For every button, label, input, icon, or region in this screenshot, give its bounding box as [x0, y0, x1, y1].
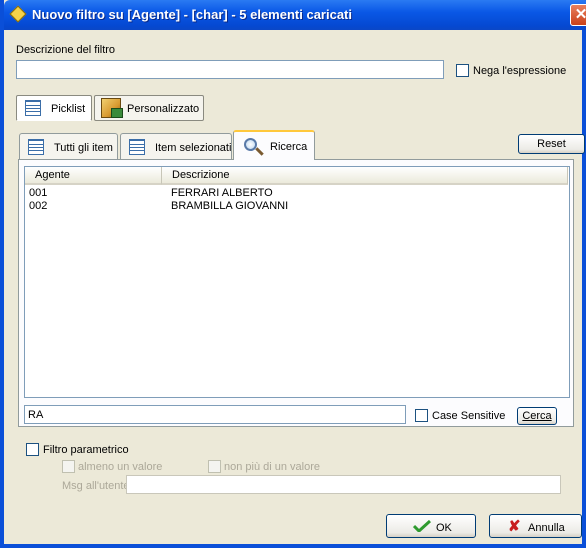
- table-row[interactable]: 001 FERRARI ALBERTO: [25, 187, 569, 200]
- user-message-input[interactable]: [126, 475, 561, 494]
- row-description: BRAMBILLA GIOVANNI: [171, 200, 289, 212]
- filter-description-input[interactable]: [16, 60, 444, 79]
- close-button[interactable]: ✕: [570, 4, 586, 26]
- reset-button[interactable]: Reset: [518, 134, 585, 154]
- search-input[interactable]: [24, 405, 406, 424]
- row-agent-code: 002: [29, 200, 48, 212]
- list-icon: [129, 139, 145, 155]
- ok-button[interactable]: OK: [386, 514, 476, 538]
- filter-dialog: Nuovo filtro su [Agente] - [char] - 5 el…: [0, 0, 586, 548]
- column-header-agente[interactable]: Agente: [25, 167, 162, 185]
- mode-tab-label: Personalizzato: [127, 103, 200, 115]
- window-title: Nuovo filtro su [Agente] - [char] - 5 el…: [32, 7, 352, 22]
- cancel-label: Annulla: [528, 522, 565, 534]
- diamond-icon: [9, 5, 27, 23]
- parametric-filter-label: Filtro parametrico: [43, 444, 129, 456]
- mode-tab-label: Picklist: [51, 103, 86, 115]
- check-icon: [413, 520, 431, 532]
- custom-filter-icon: [101, 98, 123, 118]
- ok-label: OK: [436, 522, 452, 534]
- list-icon: [28, 139, 44, 155]
- row-description: FERRARI ALBERTO: [171, 187, 273, 199]
- at-most-one-checkbox[interactable]: [208, 460, 221, 473]
- tab-ricerca[interactable]: Ricerca: [233, 130, 315, 160]
- column-header-descrizione[interactable]: Descrizione: [162, 167, 568, 185]
- at-least-one-checkbox[interactable]: [62, 460, 75, 473]
- mode-tab-picklist[interactable]: Picklist: [16, 95, 92, 121]
- parametric-filter-checkbox[interactable]: [26, 443, 39, 456]
- title-bar[interactable]: Nuovo filtro su [Agente] - [char] - 5 el…: [4, 0, 586, 30]
- case-sensitive-label: Case Sensitive: [432, 410, 506, 422]
- at-least-one-label: almeno un valore: [78, 461, 163, 473]
- filter-description-label: Descrizione del filtro: [16, 44, 116, 56]
- cancel-button[interactable]: ✘ Annulla: [489, 514, 582, 538]
- tab-label: Item selezionati: [155, 142, 232, 154]
- tab-item-selezionati[interactable]: Item selezionati: [120, 133, 232, 161]
- tab-label: Tutti gli item: [54, 142, 113, 154]
- tab-label: Ricerca: [270, 141, 308, 153]
- mode-tab-personalizzato[interactable]: Personalizzato: [94, 95, 204, 121]
- negate-checkbox[interactable]: [456, 64, 469, 77]
- magnifier-icon: [244, 138, 257, 151]
- results-table[interactable]: Agente Descrizione 001 FERRARI ALBERTO 0…: [24, 166, 570, 398]
- tab-tutti-gli-item[interactable]: Tutti gli item: [19, 133, 118, 161]
- user-message-label: Msg all'utente: [62, 480, 130, 492]
- list-icon: [25, 100, 41, 116]
- row-agent-code: 001: [29, 187, 48, 199]
- search-button[interactable]: Cerca: [517, 407, 557, 425]
- x-icon: ✘: [508, 518, 521, 535]
- table-row[interactable]: 002 BRAMBILLA GIOVANNI: [25, 200, 569, 213]
- at-most-one-label: non più di un valore: [224, 461, 321, 473]
- case-sensitive-checkbox[interactable]: [415, 409, 428, 422]
- negate-label: Nega l'espressione: [473, 65, 567, 77]
